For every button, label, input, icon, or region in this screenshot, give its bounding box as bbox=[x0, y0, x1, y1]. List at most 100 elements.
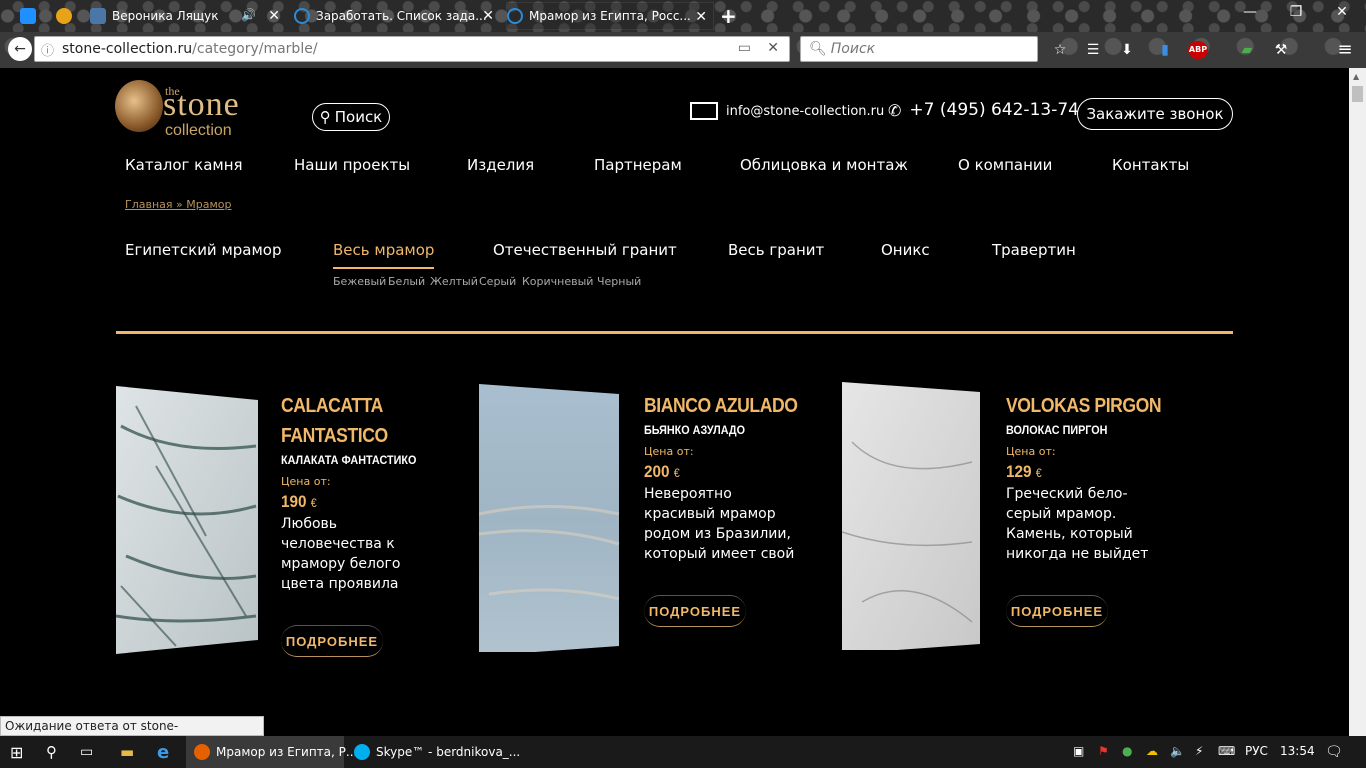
tab-24[interactable] bbox=[20, 2, 50, 30]
subcategory-white[interactable]: Белый bbox=[388, 275, 425, 288]
phone-contact[interactable]: ✆ +7 (495) 642-13-74 bbox=[888, 100, 1079, 120]
tab-2-active[interactable]: Мрамор из Египта, Росс... ✕ bbox=[506, 2, 714, 30]
product-subtitle: БЬЯНКО АЗУЛАДО bbox=[644, 423, 746, 437]
clock[interactable]: 13:54 bbox=[1280, 744, 1315, 758]
breadcrumb-current[interactable]: Мрамор bbox=[186, 198, 231, 211]
nav-partners[interactable]: Партнерам bbox=[594, 156, 682, 174]
edge-icon[interactable]: e bbox=[157, 736, 169, 768]
info-icon[interactable]: ⓘ bbox=[41, 40, 54, 59]
price-value: 190 bbox=[281, 492, 307, 511]
category-egyptian-marble[interactable]: Египетский мрамор bbox=[125, 241, 282, 259]
nav-catalog[interactable]: Каталог камня bbox=[125, 156, 243, 174]
bookmark-star-icon[interactable]: ☆ bbox=[1049, 40, 1071, 60]
network-icon[interactable]: ⚡ bbox=[1195, 744, 1203, 758]
minimize-icon[interactable]: — bbox=[1230, 4, 1270, 20]
currency: € bbox=[310, 496, 317, 510]
browser-search-input[interactable]: 🔍︎ Поиск bbox=[800, 36, 1038, 62]
volume-icon[interactable]: 🔈 bbox=[1170, 744, 1185, 758]
scroll-up-icon[interactable]: ▲ bbox=[1353, 72, 1359, 81]
site-search-button[interactable]: ⚲ Поиск bbox=[312, 103, 390, 131]
price-label: Цена от: bbox=[1006, 445, 1056, 458]
task-view-icon[interactable]: ▭ bbox=[80, 736, 93, 768]
subcategory-gray[interactable]: Серый bbox=[479, 275, 516, 288]
email-text: info@stone-collection.ru bbox=[726, 103, 885, 119]
callback-button[interactable]: Закажите звонок bbox=[1077, 98, 1233, 130]
category-onyx[interactable]: Оникс bbox=[881, 241, 930, 259]
category-travertine[interactable]: Травертин bbox=[992, 241, 1076, 259]
taskbar-app-skype[interactable]: Skype™ - berdnikova_... bbox=[348, 736, 520, 768]
nav-products[interactable]: Изделия bbox=[467, 156, 534, 174]
page-scrollbar[interactable]: ▲ bbox=[1349, 68, 1366, 736]
nav-projects[interactable]: Наши проекты bbox=[294, 156, 410, 174]
adblock-icon[interactable]: ABP bbox=[1188, 41, 1208, 59]
more-button[interactable]: ПОДРОБНЕЕ bbox=[281, 625, 383, 657]
skype-icon bbox=[354, 744, 370, 760]
close-window-icon[interactable]: ✕ bbox=[1322, 4, 1362, 20]
tray-weather-icon[interactable]: ☁ bbox=[1146, 744, 1158, 758]
site-24-icon bbox=[20, 8, 36, 24]
search-icon[interactable]: ⚲ bbox=[46, 736, 57, 768]
price-label: Цена от: bbox=[281, 475, 331, 488]
product-title-line1[interactable]: CALACATTA bbox=[281, 391, 383, 421]
url-bar[interactable]: ⓘ stone-collection.ru/category/marble/ ▭… bbox=[34, 36, 790, 62]
addon-icon[interactable]: ▰ bbox=[1236, 40, 1258, 60]
scroll-thumb[interactable] bbox=[1352, 86, 1363, 102]
category-domestic-granite[interactable]: Отечественный гранит bbox=[493, 241, 677, 259]
tab-pinned[interactable] bbox=[56, 2, 82, 30]
category-all-marble[interactable]: Весь мрамор bbox=[333, 241, 435, 269]
close-tab-icon[interactable]: ✕ bbox=[482, 8, 494, 24]
nav-contacts[interactable]: Контакты bbox=[1112, 156, 1189, 174]
windows-start-icon[interactable]: ⊞ bbox=[10, 736, 23, 768]
product-image-volokas[interactable] bbox=[842, 382, 982, 650]
product-image-calacatta[interactable] bbox=[116, 386, 258, 654]
breadcrumb-home[interactable]: Главная bbox=[125, 198, 173, 211]
url-host: stone-collection.ru bbox=[62, 41, 193, 57]
product-subtitle: КАЛАКАТА ФАНТАСТИКО bbox=[281, 453, 417, 467]
subcategory-brown[interactable]: Коричневый bbox=[522, 275, 593, 288]
taskbar-app-firefox[interactable]: Мрамор из Египта, Р... bbox=[186, 736, 357, 768]
product-title[interactable]: BIANCO AZULADO bbox=[644, 391, 798, 421]
notification-icon[interactable]: 🗨 bbox=[1325, 744, 1343, 760]
tools-icon[interactable]: ⚒ bbox=[1270, 40, 1292, 60]
download-icon[interactable]: ⬇ bbox=[1116, 40, 1138, 60]
stop-icon[interactable]: ✕ bbox=[767, 40, 779, 56]
close-tab-icon[interactable]: ✕ bbox=[268, 8, 280, 24]
price-value: 200 bbox=[644, 462, 670, 481]
nav-cladding[interactable]: Облицовка и монтаж bbox=[740, 156, 908, 174]
site-logo[interactable]: the stone collection bbox=[115, 78, 265, 139]
more-button[interactable]: ПОДРОБНЕЕ bbox=[1006, 595, 1108, 627]
reader-view-icon[interactable]: ▭ bbox=[738, 40, 751, 56]
section-divider bbox=[116, 331, 1233, 334]
product-title[interactable]: VOLOKAS PIRGON bbox=[1006, 391, 1162, 421]
shell-logo-icon bbox=[115, 80, 163, 132]
tray-chrome-icon[interactable]: ● bbox=[1122, 744, 1132, 758]
speaker-icon[interactable]: 🔊 bbox=[241, 8, 256, 22]
subcategory-beige[interactable]: Бежевый bbox=[333, 275, 386, 288]
subcategory-yellow[interactable]: Желтый bbox=[430, 275, 478, 288]
breadcrumb: Главная » Мрамор bbox=[125, 198, 231, 211]
url-path: /category/marble/ bbox=[192, 41, 318, 57]
language-indicator[interactable]: РУС bbox=[1245, 744, 1268, 758]
nav-about[interactable]: О компании bbox=[958, 156, 1052, 174]
phone-icon: ✆ bbox=[888, 100, 902, 120]
tray-flag-icon[interactable]: ⚑ bbox=[1098, 744, 1109, 758]
tab-0[interactable]: Вероника Лящук 🔊 ✕ bbox=[90, 2, 286, 30]
extension-icon[interactable]: ▮ bbox=[1154, 40, 1176, 60]
more-button[interactable]: ПОДРОБНЕЕ bbox=[644, 595, 746, 627]
file-explorer-icon[interactable]: ▬ bbox=[120, 736, 134, 768]
menu-icon[interactable]: ≡ bbox=[1334, 40, 1356, 60]
back-arrow-icon[interactable]: ← bbox=[8, 37, 32, 61]
keyboard-icon[interactable]: ⌨ bbox=[1218, 744, 1235, 758]
category-all-granite[interactable]: Весь гранит bbox=[728, 241, 824, 259]
logo-collection: collection bbox=[165, 122, 232, 139]
reading-list-icon[interactable]: ☰ bbox=[1082, 40, 1104, 60]
product-title-line2[interactable]: FANTASTICO bbox=[281, 421, 388, 451]
maximize-icon[interactable]: ❐ bbox=[1276, 4, 1316, 20]
new-tab-button[interactable]: + bbox=[720, 2, 744, 30]
product-image-bianco-azulado[interactable] bbox=[479, 384, 621, 652]
subcategory-black[interactable]: Черный bbox=[597, 275, 641, 288]
email-contact[interactable]: info@stone-collection.ru bbox=[690, 102, 884, 120]
close-tab-icon[interactable]: ✕ bbox=[695, 9, 707, 25]
tray-icon[interactable]: ▣ bbox=[1073, 744, 1084, 758]
tab-1[interactable]: Заработать. Список зада... ✕ bbox=[294, 2, 500, 30]
